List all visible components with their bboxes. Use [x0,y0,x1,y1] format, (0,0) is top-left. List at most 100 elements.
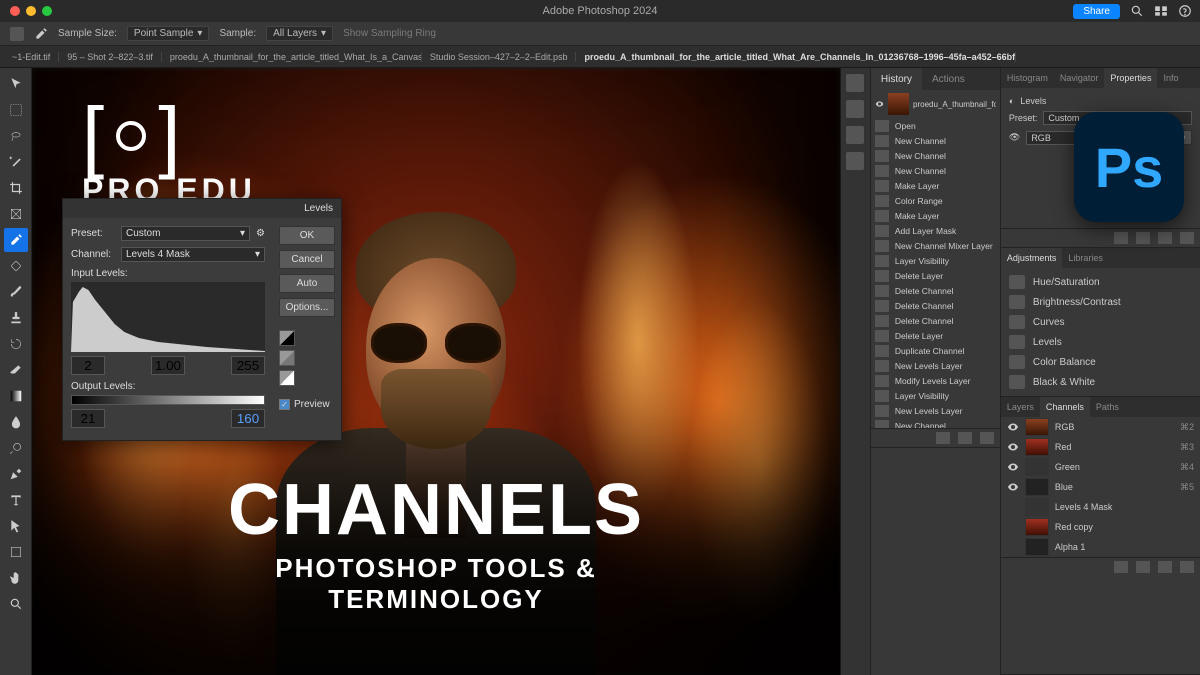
dock-icon[interactable] [846,100,864,118]
info-tab[interactable]: Info [1157,68,1184,88]
history-item[interactable]: New Channel [871,133,1000,148]
frame-tool[interactable] [4,202,28,226]
marquee-tool[interactable] [4,98,28,122]
minimize-window-button[interactable] [26,6,36,16]
new-channel-icon[interactable] [1158,561,1172,573]
output-white-field[interactable] [231,409,265,428]
history-brush-tool[interactable] [4,332,28,356]
cancel-button[interactable]: Cancel [279,250,335,269]
help-icon[interactable] [1178,4,1192,18]
history-item[interactable]: Delete Layer [871,268,1000,283]
channel-row[interactable]: Red copy [1001,517,1200,537]
history-item[interactable]: Delete Channel [871,313,1000,328]
workspace-icon[interactable] [1154,4,1168,18]
libraries-tab[interactable]: Libraries [1062,248,1109,268]
eye-icon[interactable] [1007,421,1019,433]
move-tool[interactable] [4,72,28,96]
sample-size-select[interactable]: Point Sample▾ [127,26,210,41]
preset-select[interactable]: Custom▾ [121,226,250,241]
channel-row[interactable]: Red⌘3 [1001,437,1200,457]
history-item[interactable]: Delete Channel [871,283,1000,298]
history-item[interactable]: Make Layer [871,178,1000,193]
doc-tab[interactable]: Studio Session–427–2–2–Edit.psb [422,52,577,62]
crop-tool[interactable] [4,176,28,200]
history-tab[interactable]: History [871,68,922,90]
eraser-tool[interactable] [4,358,28,382]
histogram-tab[interactable]: Histogram [1001,68,1054,88]
hand-tool[interactable] [4,566,28,590]
output-black-field[interactable] [71,409,105,428]
new-snapshot-icon[interactable] [936,432,950,444]
history-item[interactable]: New Channel Mixer Layer [871,238,1000,253]
options-button[interactable]: Options... [279,298,335,317]
history-item[interactable]: Duplicate Channel [871,343,1000,358]
new-doc-icon[interactable] [958,432,972,444]
navigator-tab[interactable]: Navigator [1054,68,1105,88]
layers-tab[interactable]: Layers [1001,397,1040,417]
view-prev-icon[interactable] [1136,232,1150,244]
eye-icon[interactable] [875,98,884,110]
actions-tab[interactable]: Actions [922,68,975,90]
black-eyedropper-icon[interactable] [279,330,295,346]
history-item[interactable]: New Levels Layer [871,403,1000,418]
history-item[interactable]: Open [871,118,1000,133]
history-item[interactable]: Delete Layer [871,328,1000,343]
eyedropper-tool[interactable] [4,228,28,252]
history-item[interactable]: New Levels Layer [871,358,1000,373]
share-button[interactable]: Share [1073,4,1120,19]
adjustment-item[interactable]: Levels [1001,332,1200,352]
history-item[interactable]: New Channel [871,163,1000,178]
doc-tab-active[interactable]: proedu_A_thumbnail_for_the_article_title… [576,52,1016,62]
gear-icon[interactable]: ⚙ [256,228,265,239]
load-selection-icon[interactable] [1114,561,1128,573]
stamp-tool[interactable] [4,306,28,330]
output-gradient[interactable] [71,395,265,405]
white-eyedropper-icon[interactable] [279,370,295,386]
adjustment-item[interactable]: Black & White [1001,372,1200,392]
history-item[interactable]: Layer Visibility [871,388,1000,403]
pen-tool[interactable] [4,462,28,486]
healing-tool[interactable] [4,254,28,278]
blur-tool[interactable] [4,410,28,434]
channel-row[interactable]: Green⌘4 [1001,457,1200,477]
trash-icon[interactable] [980,432,994,444]
doc-tab[interactable]: ~1-Edit.tif [4,52,59,62]
channel-row[interactable]: Blue⌘5 [1001,477,1200,497]
eye-icon[interactable] [1007,481,1019,493]
adjustment-item[interactable]: Color Balance [1001,352,1200,372]
trash-icon[interactable] [1180,561,1194,573]
gradient-tool[interactable] [4,384,28,408]
eye-icon[interactable] [1007,441,1019,453]
home-icon[interactable] [10,27,24,41]
history-item[interactable]: Make Layer [871,208,1000,223]
history-item[interactable]: Layer Visibility [871,253,1000,268]
channel-select[interactable]: Levels 4 Mask▾ [121,247,265,262]
clip-icon[interactable] [1114,232,1128,244]
input-mid-field[interactable] [151,356,185,375]
preview-checkbox[interactable]: ✓Preview [279,399,335,410]
dock-icon[interactable] [846,74,864,92]
trash-icon[interactable] [1180,232,1194,244]
reset-icon[interactable] [1158,232,1172,244]
path-tool[interactable] [4,514,28,538]
input-white-field[interactable] [231,356,265,375]
maximize-window-button[interactable] [42,6,52,16]
history-item[interactable]: New Channel [871,148,1000,163]
close-window-button[interactable] [10,6,20,16]
gray-eyedropper-icon[interactable] [279,350,295,366]
histogram[interactable] [71,282,265,352]
history-snapshot[interactable]: proedu_A_thumbnail_for_the... [871,90,1000,118]
adjustment-item[interactable]: Hue/Saturation [1001,272,1200,292]
dock-icon[interactable] [846,152,864,170]
brush-tool[interactable] [4,280,28,304]
levels-dialog[interactable]: Levels Preset: Custom▾ ⚙ Channel: Levels… [62,198,342,441]
save-selection-icon[interactable] [1136,561,1150,573]
dialog-title[interactable]: Levels [63,199,341,218]
history-item[interactable]: Modify Levels Layer [871,373,1000,388]
auto-button[interactable]: Auto [279,274,335,293]
adjustment-item[interactable]: Curves [1001,312,1200,332]
show-ring-checkbox[interactable]: Show Sampling Ring [343,28,436,39]
input-black-field[interactable] [71,356,105,375]
type-tool[interactable] [4,488,28,512]
channels-tab[interactable]: Channels [1040,397,1090,417]
